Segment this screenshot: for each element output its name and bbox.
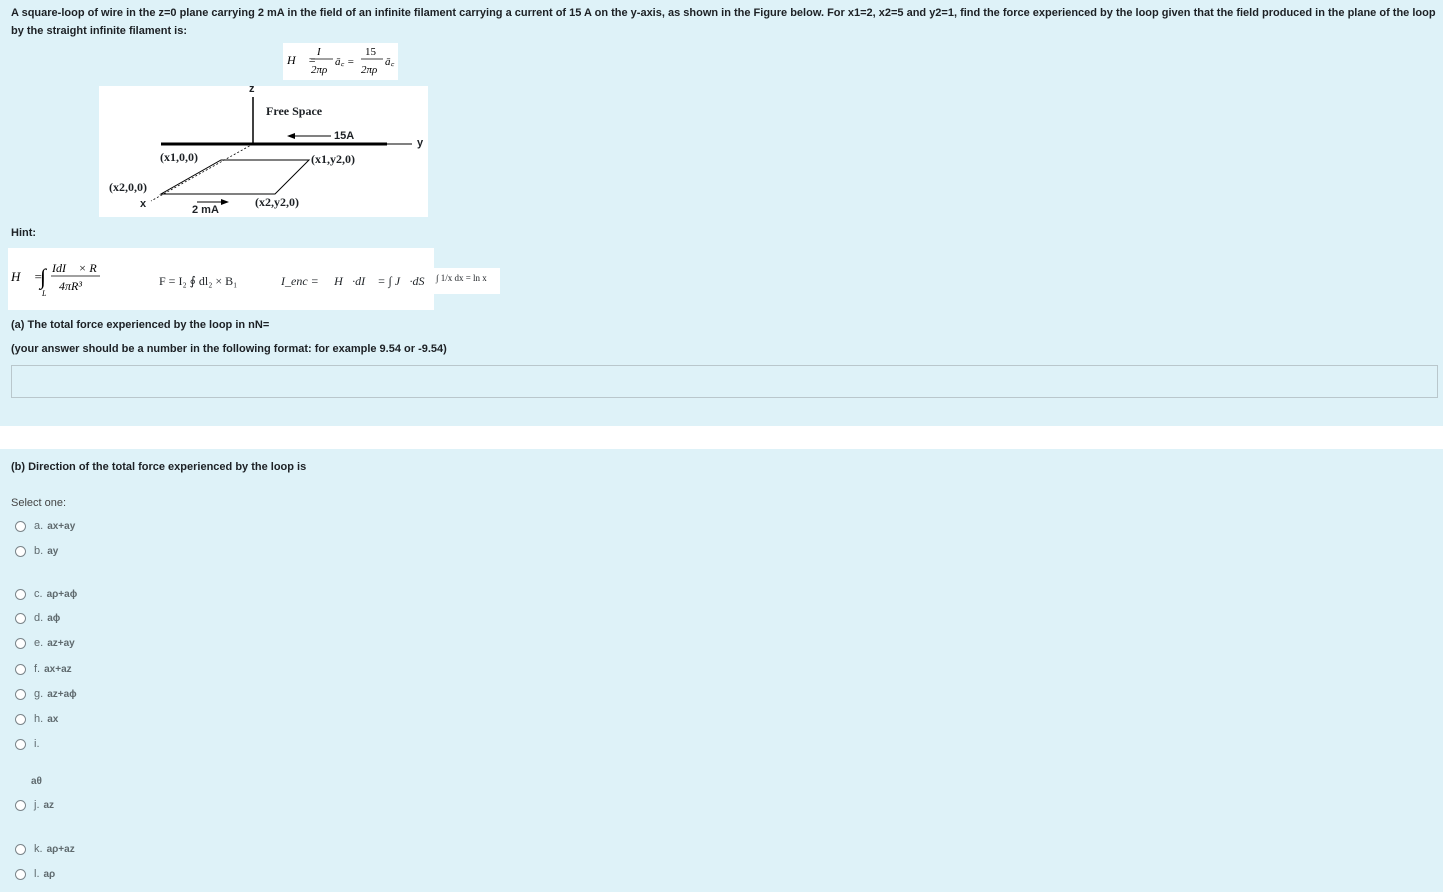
option-value: ax+az	[44, 663, 72, 675]
z-label: z	[249, 83, 255, 95]
square-loop	[159, 159, 311, 195]
free-space-label: Free Space	[266, 104, 323, 118]
option-letter: f.	[34, 663, 41, 675]
svg-text:15: 15	[365, 46, 377, 58]
select-one-label: Select one:	[11, 497, 67, 509]
radio-icon[interactable]	[15, 713, 26, 725]
point-x1-y2: (x1,y2,0)	[311, 152, 355, 166]
option-l[interactable]: l. aρ	[15, 866, 55, 882]
option-value: aρ+aɸ	[46, 588, 78, 600]
option-letter: k.	[34, 843, 43, 855]
radio-icon[interactable]	[15, 520, 26, 532]
arrow-right-icon	[221, 199, 229, 205]
current-2ma-label: 2 mA	[192, 204, 219, 216]
option-value: ay	[47, 545, 59, 557]
field-formula-svg: H⃗ = I 2πρ ā꜀ = 15 2πρ ā꜀	[286, 46, 395, 76]
question-panel-a: A square-loop of wire in the z=0 plane c…	[0, 0, 1443, 426]
option-k[interactable]: k. aρ+az	[15, 841, 75, 857]
part-b-label: (b) Direction of the total force experie…	[11, 461, 307, 473]
x-label: x	[140, 198, 147, 210]
radio-icon[interactable]	[15, 868, 26, 880]
option-value: aρ	[43, 868, 56, 880]
svg-text:2πρ: 2πρ	[311, 64, 327, 76]
svg-text:IdI⃗ × R⃗: IdI⃗ × R⃗	[51, 261, 106, 275]
option-letter: b.	[34, 545, 44, 557]
option-letter: e.	[34, 637, 44, 649]
option-a[interactable]: a. ax+ay	[15, 518, 75, 534]
svg-text:4πR³: 4πR³	[59, 279, 82, 293]
radio-icon[interactable]	[15, 663, 26, 675]
field-formula: H⃗ = I 2πρ ā꜀ = 15 2πρ ā꜀	[283, 43, 398, 80]
radio-icon[interactable]	[15, 637, 26, 649]
option-letter: g.	[34, 688, 44, 700]
option-i-value: aθ	[31, 776, 42, 787]
option-j[interactable]: j. az	[15, 797, 54, 813]
option-e[interactable]: e. az+ay	[15, 635, 75, 651]
option-f[interactable]: f. ax+az	[15, 661, 72, 677]
loop-figure: z Free Space 15A y (x1,0,0) (x1,y2,0) (x…	[99, 83, 428, 217]
svg-text:H⃗ =: H⃗ =	[10, 269, 43, 284]
option-letter: c.	[34, 588, 43, 600]
option-value: az+aɸ	[47, 688, 77, 700]
answer-input[interactable]	[11, 365, 1438, 398]
radio-icon[interactable]	[15, 799, 26, 811]
option-c[interactable]: c. aρ+aɸ	[15, 586, 77, 602]
option-letter: d.	[34, 612, 44, 624]
svg-text:∫: ∫	[38, 264, 48, 290]
option-b[interactable]: b. ay	[15, 543, 58, 559]
radio-icon[interactable]	[15, 545, 26, 557]
option-value: ax+ay	[47, 520, 76, 532]
radio-icon[interactable]	[15, 688, 26, 700]
part-a-format: (your answer should be a number in the f…	[11, 343, 447, 355]
option-letter: i.	[34, 738, 40, 750]
question-text: A square-loop of wire in the z=0 plane c…	[11, 7, 1436, 37]
option-h[interactable]: h. ax	[15, 711, 58, 727]
current-15-label: 15A	[334, 130, 355, 142]
option-value: az+ay	[47, 637, 75, 649]
option-value: ax	[47, 713, 59, 725]
svg-text:L: L	[41, 289, 47, 298]
radio-icon[interactable]	[15, 588, 26, 600]
option-letter: h.	[34, 713, 44, 725]
option-value: aɸ	[47, 612, 61, 624]
integral-hint-box: ∫ 1/x dx = ln x	[434, 268, 500, 294]
radio-icon[interactable]	[15, 843, 26, 855]
force-formula: F = I₂ ∮ dl₂ × B₁	[159, 274, 238, 288]
svg-text:ā꜀ =: ā꜀ =	[335, 56, 354, 68]
option-value: az	[43, 799, 55, 811]
y-label: y	[417, 137, 424, 149]
svg-text:2πρ: 2πρ	[361, 64, 377, 76]
ampere-formula: I_enc = ∮ H⃗·dI⃗ = ∫ J⃗·dS⃗	[281, 274, 434, 288]
svg-text:ā꜀: ā꜀	[385, 56, 395, 68]
option-d[interactable]: d. aɸ	[15, 610, 60, 626]
option-i[interactable]: i.	[15, 736, 40, 752]
radio-icon[interactable]	[15, 612, 26, 624]
point-x1-0: (x1,0,0)	[160, 150, 198, 164]
option-letter: l.	[34, 868, 40, 880]
integral-formula: ∫ 1/x dx = ln x	[436, 273, 487, 283]
hint-label: Hint:	[11, 227, 37, 239]
arrow-left-icon	[287, 133, 295, 139]
point-x2-y2: (x2,y2,0)	[255, 195, 299, 209]
option-value: aρ+az	[46, 843, 75, 855]
option-letter: a.	[34, 520, 44, 532]
part-a-label: (a) The total force experienced by the l…	[11, 319, 270, 331]
option-g[interactable]: g. az+aɸ	[15, 686, 77, 702]
radio-icon[interactable]	[15, 738, 26, 750]
option-letter: j.	[34, 799, 40, 811]
svg-text:I: I	[316, 46, 322, 58]
question-panel-b: (b) Direction of the total force experie…	[0, 449, 1443, 892]
point-x2-0: (x2,0,0)	[109, 180, 147, 194]
